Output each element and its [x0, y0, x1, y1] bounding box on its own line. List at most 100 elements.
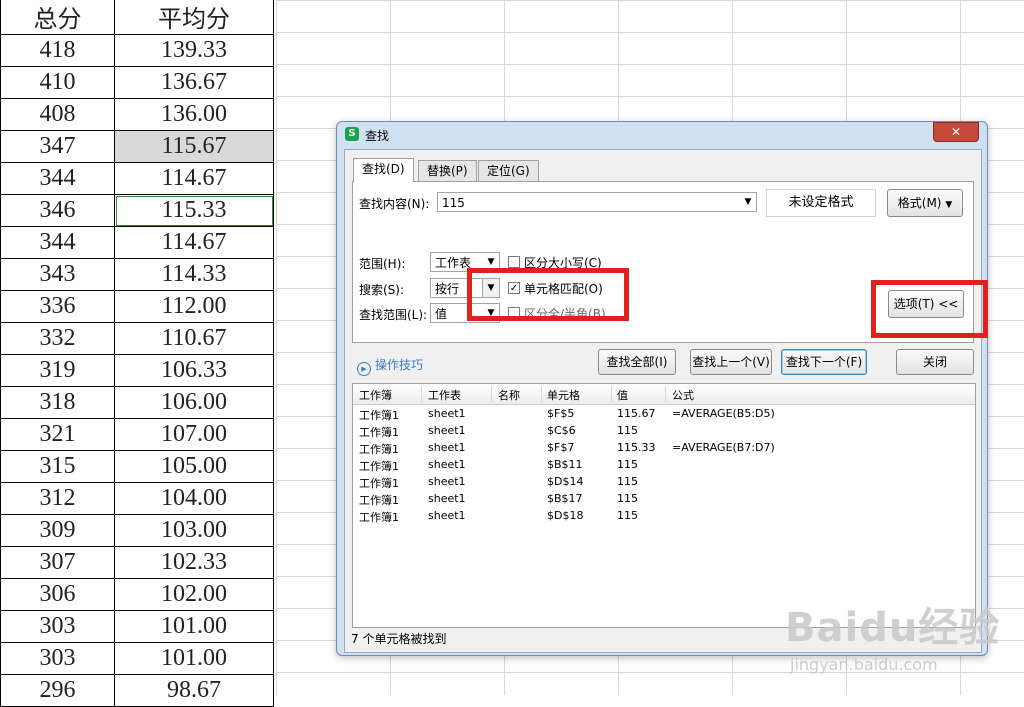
cell-total[interactable]: 410 [0, 66, 115, 99]
cell-average[interactable]: 112.00 [114, 290, 274, 323]
result-sheet: sheet1 [428, 509, 466, 522]
cell-average[interactable]: 101.00 [114, 610, 274, 643]
cell-total[interactable]: 347 [0, 130, 115, 163]
table-row: 332 110.67 [0, 322, 274, 355]
cell-total[interactable]: 418 [0, 34, 115, 67]
col-header-sheet[interactable]: 工作表 [428, 387, 461, 403]
table-row: 312 104.00 [0, 482, 274, 515]
format-button-label: 格式(M) [897, 196, 942, 210]
col-header-formula[interactable]: 公式 [672, 387, 694, 403]
list-item[interactable]: 工作簿1 sheet1 $D$14 115 [353, 474, 975, 491]
cell-average[interactable]: 106.00 [114, 386, 274, 419]
cell-total[interactable]: 336 [0, 290, 115, 323]
header-cell-average[interactable]: 平均分 [114, 0, 274, 35]
col-separator[interactable] [421, 386, 422, 402]
col-header-cell[interactable]: 单元格 [547, 387, 580, 403]
status-text: 7 个单元格被找到 [351, 632, 447, 646]
result-sheet: sheet1 [428, 441, 466, 454]
cell-average[interactable]: 110.67 [114, 322, 274, 355]
find-all-button[interactable]: 查找全部(I) [598, 349, 676, 375]
find-content-combo[interactable]: 115 ▼ [437, 192, 757, 212]
cell-average[interactable]: 114.33 [114, 258, 274, 291]
tab-find[interactable]: 查找(D) [353, 158, 414, 182]
table-row: 309 103.00 [0, 514, 274, 547]
results-list[interactable]: 工作簿 工作表 名称 单元格 值 公式 工作簿1 sheet1 $F$5 115.67… [352, 383, 976, 628]
col-header-value[interactable]: 值 [617, 387, 628, 403]
search-label: 搜索(S): [359, 283, 405, 297]
list-item[interactable]: 工作簿1 sheet1 $F$5 115.67 =AVERAGE(B5:D5) [353, 406, 975, 423]
col-header-name[interactable]: 名称 [498, 387, 520, 403]
cell-average[interactable]: 105.00 [114, 450, 274, 483]
cell-total[interactable]: 306 [0, 578, 115, 611]
cell-total[interactable]: 312 [0, 482, 115, 515]
cell-average[interactable]: 115.33 [114, 194, 274, 227]
cell-total[interactable]: 303 [0, 642, 115, 675]
cell-average[interactable]: 102.33 [114, 546, 274, 579]
list-item[interactable]: 工作簿1 sheet1 $B$17 115 [353, 491, 975, 508]
close-button[interactable]: 关闭 [896, 349, 974, 375]
cell-total[interactable]: 315 [0, 450, 115, 483]
cell-average[interactable]: 98.67 [114, 674, 274, 707]
format-status: 未设定格式 [766, 189, 876, 217]
cell-total[interactable]: 318 [0, 386, 115, 419]
col-separator[interactable] [611, 386, 612, 402]
result-value: 115 [617, 492, 638, 505]
cell-total[interactable]: 344 [0, 226, 115, 259]
list-item[interactable]: 工作簿1 sheet1 $F$7 115.33 =AVERAGE(B7:D7) [353, 440, 975, 457]
cell-average[interactable]: 107.00 [114, 418, 274, 451]
cell-average[interactable]: 115.67 [114, 130, 274, 163]
col-separator[interactable] [665, 386, 666, 402]
cell-total[interactable]: 346 [0, 194, 115, 227]
find-prev-button[interactable]: 查找上一个(V) [690, 349, 772, 375]
cell-total[interactable]: 343 [0, 258, 115, 291]
cell-average[interactable]: 104.00 [114, 482, 274, 515]
result-sheet: sheet1 [428, 458, 466, 471]
find-next-button[interactable]: 查找下一个(F) [781, 349, 867, 375]
chevron-down-icon[interactable]: ▼ [740, 193, 756, 211]
tab-goto[interactable]: 定位(G) [478, 160, 539, 181]
cell-average[interactable]: 139.33 [114, 34, 274, 67]
cell-total[interactable]: 309 [0, 514, 115, 547]
list-item[interactable]: 工作簿1 sheet1 $B$11 115 [353, 457, 975, 474]
cell-average[interactable]: 136.00 [114, 98, 274, 131]
result-workbook: 工作簿1 [359, 443, 399, 456]
result-value: 115.33 [617, 441, 656, 454]
cell-total[interactable]: 303 [0, 610, 115, 643]
cell-total[interactable]: 319 [0, 354, 115, 387]
cell-average[interactable]: 114.67 [114, 226, 274, 259]
result-cell: $F$5 [547, 407, 575, 420]
table-row: 303 101.00 [0, 642, 274, 675]
close-icon[interactable]: ✕ [933, 122, 979, 142]
col-header-workbook[interactable]: 工作簿 [359, 387, 392, 403]
cell-total[interactable]: 408 [0, 98, 115, 131]
tab-replace[interactable]: 替换(P) [418, 160, 477, 181]
cell-total[interactable]: 344 [0, 162, 115, 195]
cell-total[interactable]: 307 [0, 546, 115, 579]
result-workbook: 工作簿1 [359, 511, 399, 524]
cell-total[interactable]: 296 [0, 674, 115, 707]
dialog-title: 查找 [365, 129, 390, 143]
dialog-titlebar[interactable]: S 查找 ✕ [337, 122, 987, 148]
table-row: 418 139.33 [0, 34, 274, 67]
cell-average[interactable]: 106.33 [114, 354, 274, 387]
tips-link[interactable]: ▶ 操作技巧 [357, 356, 423, 376]
list-item[interactable]: 工作簿1 sheet1 $D$18 115 [353, 508, 975, 525]
result-formula: =AVERAGE(B7:D7) [672, 441, 775, 454]
result-value: 115 [617, 475, 638, 488]
list-item[interactable]: 工作簿1 sheet1 $C$6 115 [353, 423, 975, 440]
wps-app-icon: S [345, 127, 359, 141]
cell-average[interactable]: 103.00 [114, 514, 274, 547]
table-row: 307 102.33 [0, 546, 274, 579]
cell-average[interactable]: 136.67 [114, 66, 274, 99]
cell-average[interactable]: 101.00 [114, 642, 274, 675]
cell-total[interactable]: 321 [0, 418, 115, 451]
cell-average[interactable]: 114.67 [114, 162, 274, 195]
match-case-checkbox[interactable] [508, 256, 520, 268]
cell-total[interactable]: 332 [0, 322, 115, 355]
table-row: 319 106.33 [0, 354, 274, 387]
cell-average[interactable]: 102.00 [114, 578, 274, 611]
col-separator[interactable] [541, 386, 542, 402]
format-button[interactable]: 格式(M) ▼ [887, 189, 963, 217]
header-cell-total[interactable]: 总分 [0, 0, 115, 35]
col-separator[interactable] [491, 386, 492, 402]
